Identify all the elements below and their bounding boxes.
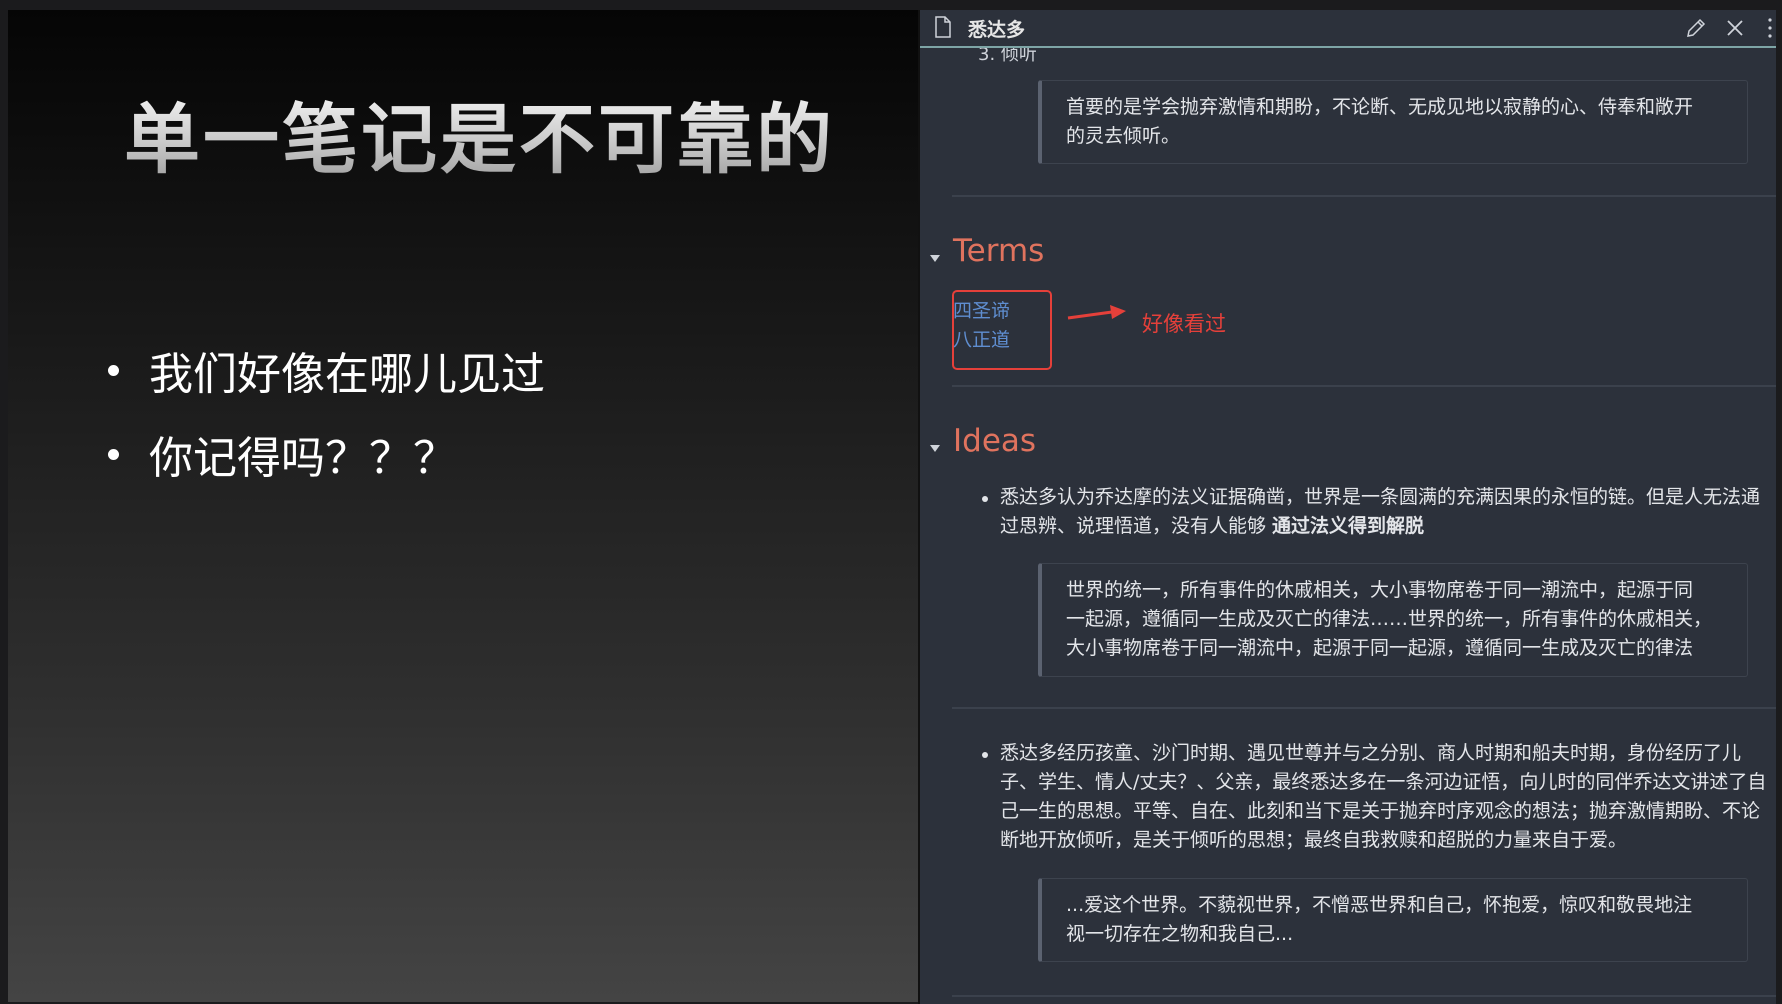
quote-line: 世界的统一，所有事件的休戚相关，大小事物席卷于同一潮流中，起源于同	[1066, 579, 1694, 601]
divider	[952, 707, 1776, 709]
slide-title: 单一笔记是不可靠的	[124, 78, 835, 188]
divider	[952, 385, 1776, 387]
quote-line: ...爱这个世界。不藐视世界，不憎恶世界和自己，怀抱爱，惊叹和敬畏地注	[1066, 894, 1693, 916]
bold-text: 通过法义得到解脱	[1272, 515, 1425, 537]
quote-line: 一起源，遵循同一生成及灭亡的律法……世界的统一，所有事件的休戚相关，	[1066, 608, 1713, 630]
close-icon[interactable]	[1724, 17, 1746, 39]
document-icon	[935, 16, 951, 38]
collapse-toggle-icon[interactable]	[930, 255, 940, 262]
annotation-arrow-icon	[1067, 305, 1126, 320]
list-bullet	[982, 752, 988, 758]
quote-line: 大小事物席卷于同一潮流中，起源于同一起源，遵循同一生成及灭亡的律法	[1066, 637, 1694, 659]
list-item-line: 断地开放倾听，是关于倾听的思想；最终自我救赎和超脱的力量来自于爱。	[1000, 829, 1628, 851]
section-heading-terms: Terms	[953, 233, 1045, 269]
quote-line: 首要的是学会抛弃激情和期盼，不论断、无成见地以寂静的心、侍奉和敞开	[1066, 96, 1694, 118]
list-item-line: 过思辨、说理悟道，没有人能够 通过法义得到解脱	[1000, 512, 1776, 541]
term-link[interactable]: 四圣谛	[953, 296, 1010, 323]
blockquote: 首要的是学会抛弃激情和期盼，不论断、无成见地以寂静的心、侍奉和敞开 的灵去倾听。	[1038, 80, 1748, 164]
slide-bullet-list: 我们好像在哪儿见过 你记得吗？？？	[108, 328, 545, 496]
list-item: 悉达多经历孩童、沙门时期、遇见世尊并与之分别、商人时期和船夫时期，身份经历了儿 …	[1000, 739, 1776, 855]
list-item: 悉达多认为乔达摩的法义证据确凿，世界是一条圆满的充满因果的永恒的链。但是人无法通…	[1000, 483, 1776, 541]
slide-bullet-text: 我们好像在哪儿见过	[149, 349, 545, 400]
list-item-text: 过思辨、说理悟道，没有人能够	[1000, 515, 1273, 537]
more-options-icon[interactable]	[1766, 14, 1774, 42]
list-item-line: 悉达多经历孩童、沙门时期、遇见世尊并与之分别、商人时期和船夫时期，身份经历了儿	[1000, 742, 1742, 764]
annotation-text: 好像看过	[1142, 312, 1226, 336]
note-title: 悉达多	[968, 19, 1026, 41]
note-header: 悉达多	[920, 10, 1776, 48]
list-item-line: 己一生的思想。平等、自在、此刻和当下是关于抛弃时序观念的想法；抛弃激情期盼、不论	[1000, 800, 1761, 822]
blockquote: ...爱这个世界。不藐视世界，不憎恶世界和自己，怀抱爱，惊叹和敬畏地注 视一切存…	[1038, 878, 1748, 962]
edit-pencil-icon[interactable]	[1684, 16, 1708, 40]
bullet-dot	[108, 364, 119, 376]
list-item-line: 子、学生、情人/丈夫？、父亲，最终悉达多在一条河边证悟，向儿时的同伴乔达文讲述了…	[1000, 771, 1767, 793]
presentation-slide: 单一笔记是不可靠的 我们好像在哪儿见过 你记得吗？？？	[8, 10, 918, 1002]
collapse-toggle-icon[interactable]	[930, 445, 940, 452]
quote-line: 视一切存在之物和我自己...	[1066, 923, 1294, 945]
slide-bullet-text: 你记得吗？？？	[149, 433, 457, 484]
list-bullet	[982, 496, 988, 502]
quote-line: 的灵去倾听。	[1066, 125, 1181, 147]
blockquote: 世界的统一，所有事件的休戚相关，大小事物席卷于同一潮流中，起源于同 一起源，遵循…	[1038, 563, 1748, 677]
term-link[interactable]: 八正道	[953, 325, 1010, 352]
slide-bullet: 你记得吗？？？	[108, 412, 545, 496]
bullet-dot	[108, 448, 119, 460]
note-panel: 悉达多 3. 倾听 首要的是学会抛弃激情和期盼，不论断、无成见地以寂静的心、侍奉…	[918, 10, 1776, 1004]
slide-bullet: 我们好像在哪儿见过	[108, 328, 545, 412]
section-heading-ideas: Ideas	[953, 423, 1037, 459]
divider	[952, 995, 1776, 997]
divider	[952, 195, 1776, 197]
list-item-line: 悉达多认为乔达摩的法义证据确凿，世界是一条圆满的充满因果的永恒的链。但是人无法通	[1000, 486, 1761, 508]
